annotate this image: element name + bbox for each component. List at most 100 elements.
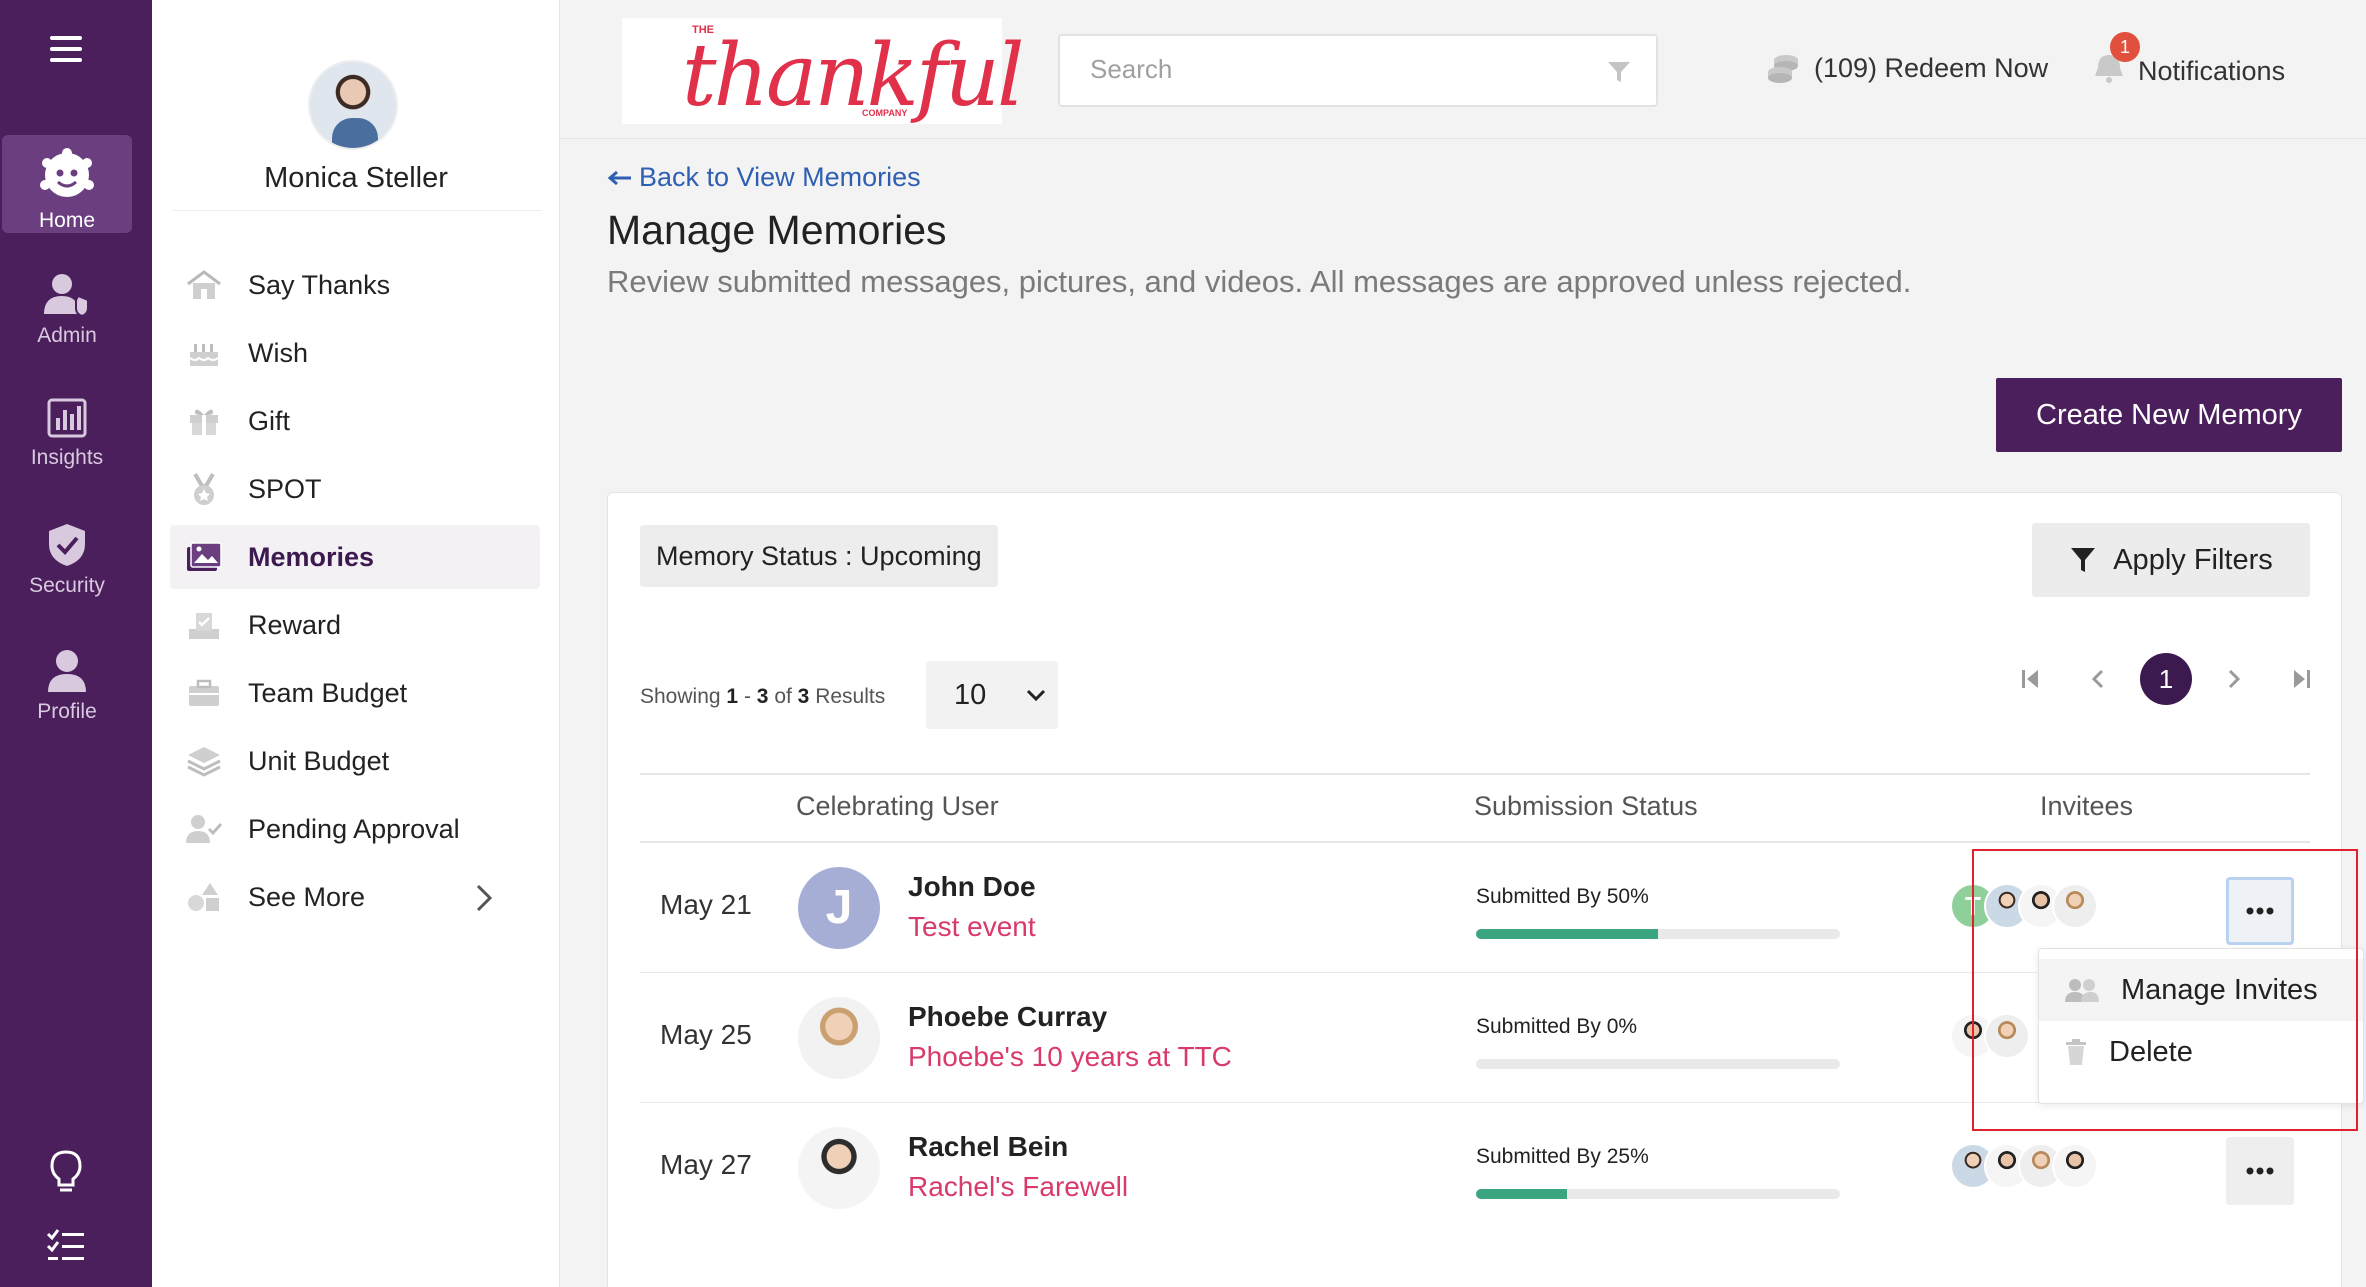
progress-fill: [1476, 929, 1658, 939]
redeem-label: (109) Redeem Now: [1814, 52, 2049, 83]
page-subtitle: Review submitted messages, pictures, and…: [607, 264, 1912, 299]
celebrating-user-name[interactable]: Phoebe Curray: [908, 1001, 1107, 1033]
rail-item-security[interactable]: Security: [2, 512, 132, 610]
rail-label: Insights: [30, 446, 104, 469]
menu-item-label: Delete: [2109, 1035, 2193, 1068]
total-count: 3: [797, 685, 810, 708]
celebrating-user-name[interactable]: John Doe: [908, 871, 1036, 903]
first-page-button[interactable]: [2004, 653, 2056, 705]
user-name: Monica Steller: [264, 162, 448, 194]
search-input[interactable]: [1090, 54, 1590, 85]
celebrating-user-name[interactable]: Rachel Bein: [908, 1131, 1068, 1163]
rail-item-profile[interactable]: Profile: [2, 638, 132, 736]
create-new-memory-button[interactable]: Create New Memory: [1996, 378, 2342, 452]
rail-item-insights[interactable]: Insights: [2, 386, 132, 484]
last-page-icon: [2294, 670, 2310, 688]
more-dots-icon: [2246, 907, 2274, 915]
back-link[interactable]: Back to View Memories: [607, 162, 921, 193]
invitee-avatars[interactable]: T: [1950, 883, 2098, 929]
users-icon: [2065, 979, 2099, 1002]
sidebar-item-team-budget[interactable]: Team Budget: [170, 661, 540, 725]
chevron-right-icon[interactable]: [474, 883, 494, 913]
briefcase-icon: [184, 677, 224, 709]
column-header-submission-status: Submission Status: [1474, 791, 1698, 821]
submission-progress-bar: [1476, 929, 1840, 939]
rail-label: Admin: [37, 324, 97, 347]
chevron-right-icon: [2228, 669, 2241, 689]
manage-invites-menu-item[interactable]: Manage Invites: [2039, 959, 2363, 1021]
current-page[interactable]: 1: [2140, 653, 2192, 705]
page-size-select[interactable]: 10: [926, 661, 1058, 729]
cake-icon: [184, 337, 224, 369]
sidebar-item-reward[interactable]: Reward: [170, 593, 540, 657]
row-date: May 27: [660, 1149, 752, 1180]
event-title[interactable]: Phoebe's 10 years at TTC: [908, 1041, 1232, 1073]
results-count: Showing 1 - 3 of 3 Results: [640, 685, 885, 709]
admin-icon: [44, 274, 89, 318]
search-box: [1058, 34, 1658, 107]
sidebar-item-unit-budget[interactable]: Unit Budget: [170, 729, 540, 793]
sidebar-item-say-thanks[interactable]: Say Thanks: [170, 253, 540, 317]
next-page-button[interactable]: [2208, 653, 2260, 705]
invitee-avatar: [2052, 1143, 2098, 1189]
apply-filters-button[interactable]: Apply Filters: [2032, 523, 2310, 597]
header-divider: [560, 138, 2366, 139]
first-page-icon: [2022, 670, 2038, 688]
range-end: 3: [756, 685, 769, 708]
rail-item-home[interactable]: Home: [2, 135, 132, 233]
sidebar-item-gift[interactable]: Gift: [170, 389, 540, 453]
gift-icon: [184, 405, 224, 437]
row-actions-button[interactable]: [2226, 1137, 2294, 1205]
event-title[interactable]: Test event: [908, 911, 1036, 943]
divider: [172, 210, 542, 211]
house-icon: [184, 269, 224, 301]
notifications-link[interactable]: 1 Notifications: [2092, 32, 2285, 91]
logo[interactable]: THE thankful COMPANY: [622, 18, 1024, 126]
sidebar-item-see-more[interactable]: See More: [170, 865, 540, 929]
delete-menu-item[interactable]: Delete: [2039, 1021, 2363, 1083]
checklist-icon[interactable]: [46, 1228, 86, 1264]
submission-status-text: Submitted By 25%: [1476, 1145, 1649, 1168]
row-actions-button[interactable]: [2226, 877, 2294, 945]
coins-icon: [1768, 55, 1798, 83]
sidebar-item-pending-approval[interactable]: Pending Approval: [170, 797, 540, 861]
insights-icon: [47, 398, 87, 438]
rail-item-admin[interactable]: Admin: [2, 260, 132, 358]
submission-status-text: Submitted By 50%: [1476, 885, 1649, 908]
user-avatar[interactable]: [308, 60, 398, 150]
page-size-value: 10: [954, 679, 987, 711]
page-title: Manage Memories: [607, 207, 947, 253]
last-page-button[interactable]: [2276, 653, 2328, 705]
submission-progress-bar: [1476, 1189, 1840, 1199]
chevron-left-icon: [2091, 669, 2104, 689]
medal-icon: [184, 472, 224, 505]
hamburger-menu-icon[interactable]: [50, 36, 82, 64]
range-sep: -: [743, 685, 751, 708]
sidebar-item-label: SPOT: [248, 473, 322, 504]
trash-icon: [2066, 1039, 2086, 1065]
bell-icon: 1: [2092, 32, 2140, 91]
shapes-icon: [184, 881, 224, 913]
filter-icon[interactable]: [1606, 60, 1632, 84]
range-start: 1: [726, 685, 739, 708]
user-avatar: J: [798, 867, 880, 949]
notification-count-badge: 1: [2110, 32, 2140, 62]
sidebar-item-memories[interactable]: Memories: [170, 525, 540, 589]
status-filter-chip[interactable]: Memory Status : Upcoming: [640, 525, 998, 587]
sidebar-item-label: Team Budget: [248, 677, 408, 708]
sidebar-item-spot[interactable]: SPOT: [170, 457, 540, 521]
sidebar-item-wish[interactable]: Wish: [170, 321, 540, 385]
sidebar-item-label: See More: [248, 881, 366, 912]
rail-label: Home: [38, 209, 96, 232]
invitee-avatars[interactable]: [1950, 1143, 2098, 1189]
invitee-avatars[interactable]: [1950, 1013, 2030, 1059]
results-label: Results: [815, 685, 886, 708]
user-avatar: [798, 997, 880, 1079]
progress-fill: [1476, 1189, 1567, 1199]
prev-page-button[interactable]: [2072, 653, 2124, 705]
lightbulb-icon[interactable]: [46, 1148, 86, 1196]
logo-text: thankful: [682, 26, 1024, 126]
redeem-now-link[interactable]: (109) Redeem Now: [1766, 52, 2048, 84]
showing-prefix: Showing: [640, 685, 721, 708]
event-title[interactable]: Rachel's Farewell: [908, 1171, 1128, 1203]
